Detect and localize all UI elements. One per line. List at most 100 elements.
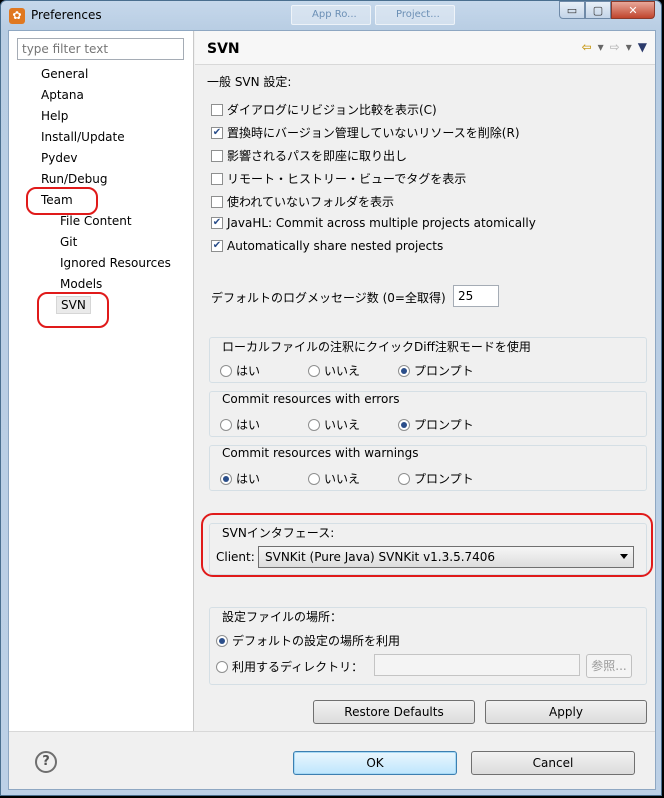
forward-menu-icon[interactable]: ▾ (626, 40, 632, 54)
radio-circle[interactable] (398, 418, 410, 431)
radio-label: はい (236, 418, 261, 432)
checkbox-box[interactable] (211, 172, 223, 185)
checkbox-box[interactable] (211, 149, 223, 162)
tree-item-run-debug[interactable]: Run/Debug (41, 172, 108, 186)
highlight-oval-svn-interface (201, 513, 653, 577)
background-tab: App Ro... (291, 5, 371, 25)
group-title: Commit resources with errors (220, 392, 402, 406)
tree-item-help[interactable]: Help (41, 109, 68, 123)
browse-button[interactable]: 参照... (586, 654, 632, 678)
highlight-oval-svn (37, 292, 109, 328)
help-icon[interactable]: ? (35, 751, 57, 773)
commit-warnings-group: Commit resources with warnings はい いいえ プロ… (209, 445, 647, 491)
radio-label: デフォルトの設定の場所を利用 (232, 634, 401, 648)
background-tab: Project... (375, 5, 455, 25)
radio-circle[interactable] (220, 418, 232, 431)
log-count-label: デフォルトのログメッセージ数 (0=全取得) (211, 291, 446, 305)
radio-circle[interactable] (308, 364, 320, 377)
directory-input[interactable] (374, 654, 580, 676)
page-title: SVN (207, 41, 240, 57)
tree-item-general[interactable]: General (41, 67, 88, 81)
radio-prompt[interactable]: プロンプト (398, 362, 474, 379)
checkbox-label: JavaHL: Commit across multiple projects … (227, 216, 536, 230)
radio-no[interactable]: いいえ (308, 416, 360, 433)
radio-prompt[interactable]: プロンプト (398, 416, 474, 433)
view-menu-icon[interactable]: ▼ (638, 40, 647, 54)
radio-default-location[interactable]: デフォルトの設定の場所を利用 (216, 632, 400, 649)
tree-item-git[interactable]: Git (60, 235, 77, 249)
tree-item-aptana[interactable]: Aptana (41, 88, 84, 102)
close-button[interactable]: ✕ (611, 1, 655, 19)
quickdiff-annotate-group: ローカルファイルの注釈にクイックDiff注釈モードを使用 はい いいえ プロンプ… (209, 337, 647, 383)
radio-circle[interactable] (398, 364, 410, 377)
checkbox-label: Automatically share nested projects (227, 239, 444, 253)
checkbox-label: 影響されるパスを即座に取り出し (227, 149, 408, 163)
checkbox-label: リモート・ヒストリー・ビューでタグを表示 (227, 172, 467, 186)
checkbox-delete-unversioned[interactable]: ✔ 置換時にバージョン管理していないリソースを削除(R) (211, 124, 520, 141)
window-title: Preferences (31, 8, 102, 22)
group-title: ローカルファイルの注釈にクイックDiff注釈モードを使用 (220, 338, 533, 355)
radio-circle[interactable] (308, 472, 320, 485)
forward-arrow-icon[interactable]: ⇨ (610, 40, 620, 54)
title-bar[interactable]: ✿ Preferences App Ro... Project... ▭ ▢ ✕ (1, 1, 661, 29)
radio-no[interactable]: いいえ (308, 470, 360, 487)
radio-label: プロンプト (414, 472, 474, 486)
group-title: Commit resources with warnings (220, 446, 421, 460)
tree-item-install-update[interactable]: Install/Update (41, 130, 125, 144)
group-title: 設定ファイルの場所： (220, 608, 345, 625)
radio-circle[interactable] (220, 364, 232, 377)
preferences-tree-pane: General Aptana Help Install/Update Pydev… (9, 31, 194, 731)
radio-label: プロンプト (414, 418, 474, 432)
radio-yes[interactable]: はい (220, 470, 260, 487)
svn-preference-page: SVN ⇦ ▾ ⇨ ▾ ▼ 一般 SVN 設定: ダイアログにリビジョン比較を表… (195, 31, 655, 731)
checkbox-show-revision-compare[interactable]: ダイアログにリビジョン比較を表示(C) (211, 101, 437, 118)
checkbox-javahl-atomic-commit[interactable]: ✔ JavaHL: Commit across multiple project… (211, 216, 536, 230)
general-settings-label: 一般 SVN 設定: (207, 75, 292, 89)
radio-label: いいえ (324, 472, 361, 486)
minimize-button[interactable]: ▭ (559, 1, 585, 19)
tree-item-ignored-resources[interactable]: Ignored Resources (60, 256, 171, 270)
checkbox-box[interactable]: ✔ (211, 126, 223, 139)
preferences-app-icon: ✿ (9, 8, 25, 24)
back-arrow-icon[interactable]: ⇦ (582, 40, 592, 54)
radio-label: はい (236, 472, 261, 486)
radio-label: はい (236, 364, 261, 378)
radio-label: いいえ (324, 418, 361, 432)
tree-item-models[interactable]: Models (60, 277, 102, 291)
cancel-button[interactable]: Cancel (471, 751, 635, 775)
maximize-button[interactable]: ▢ (585, 1, 611, 19)
restore-defaults-button[interactable]: Restore Defaults (313, 700, 475, 724)
radio-circle[interactable] (220, 472, 232, 485)
commit-errors-group: Commit resources with errors はい いいえ プロンプ… (209, 391, 647, 437)
checkbox-box[interactable] (211, 195, 223, 208)
radio-no[interactable]: いいえ (308, 362, 360, 379)
checkbox-box[interactable]: ✔ (211, 217, 223, 229)
checkbox-share-nested-projects[interactable]: ✔ Automatically share nested projects (211, 239, 443, 253)
checkbox-box[interactable] (211, 103, 223, 116)
radio-custom-directory[interactable]: 利用するディレクトリ： (216, 658, 363, 675)
ok-button[interactable]: OK (293, 751, 457, 775)
preferences-window: ✿ Preferences App Ro... Project... ▭ ▢ ✕… (0, 0, 662, 796)
tree-item-pydev[interactable]: Pydev (41, 151, 77, 165)
checkbox-box[interactable]: ✔ (211, 240, 223, 252)
radio-circle[interactable] (398, 472, 410, 485)
log-count-input[interactable]: 25 (453, 285, 499, 307)
config-location-group: 設定ファイルの場所： デフォルトの設定の場所を利用 利用するディレクトリ： 参照… (209, 607, 647, 685)
checkbox-label: 使われていないフォルダを表示 (227, 195, 395, 209)
radio-yes[interactable]: はい (220, 362, 260, 379)
back-menu-icon[interactable]: ▾ (598, 40, 604, 54)
checkbox-label: ダイアログにリビジョン比較を表示(C) (227, 103, 437, 117)
tree-item-file-content[interactable]: File Content (60, 214, 132, 228)
radio-yes[interactable]: はい (220, 416, 260, 433)
radio-circle[interactable] (216, 634, 228, 647)
checkbox-fetch-affected-paths[interactable]: 影響されるパスを即座に取り出し (211, 147, 407, 164)
filter-input[interactable] (17, 38, 184, 60)
checkbox-show-unused-folders[interactable]: 使われていないフォルダを表示 (211, 193, 394, 210)
dialog-button-bar: ? OK Cancel (9, 731, 655, 789)
radio-circle[interactable] (308, 418, 320, 431)
radio-prompt[interactable]: プロンプト (398, 470, 474, 487)
checkbox-show-tags[interactable]: リモート・ヒストリー・ビューでタグを表示 (211, 170, 466, 187)
radio-label: プロンプト (414, 364, 474, 378)
apply-button[interactable]: Apply (485, 700, 647, 724)
radio-circle[interactable] (216, 660, 228, 673)
